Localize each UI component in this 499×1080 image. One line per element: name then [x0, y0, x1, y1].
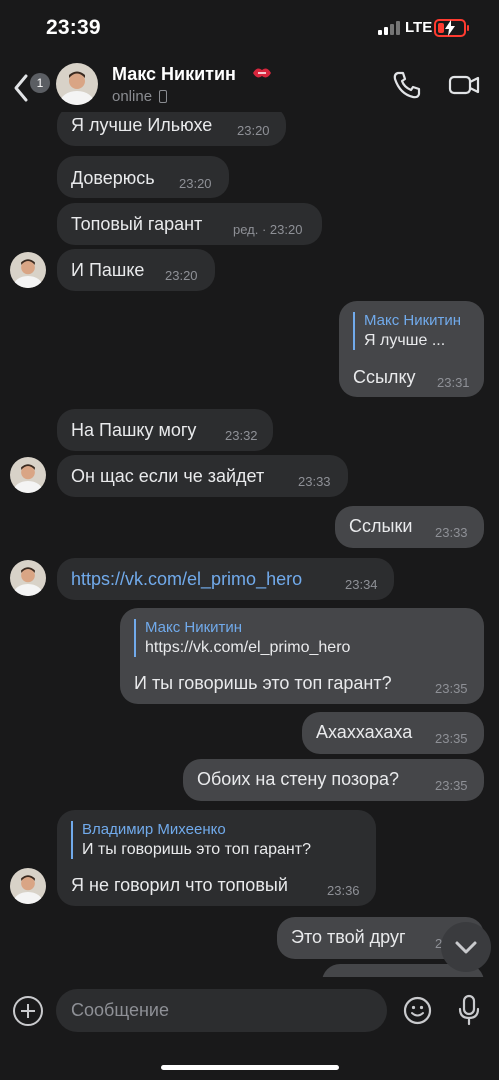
- sender-avatar[interactable]: [10, 868, 46, 904]
- message-time: 23:34: [345, 577, 378, 592]
- status-bar: 23:39 LTE: [0, 0, 499, 56]
- message-composer: [0, 977, 499, 1080]
- reply-author: Макс Никитин: [145, 619, 243, 636]
- reply-text: И ты говоришь это топ гарант?: [82, 841, 311, 858]
- message-bubble[interactable]: На Пашку могу 23:32: [57, 409, 273, 451]
- reply-text: Я лучше ...: [364, 332, 446, 349]
- message-list[interactable]: Я лучше Ильюхе 23:20 Доверюсь 23:20 Топо…: [0, 112, 499, 977]
- battery-icon: [434, 19, 469, 37]
- message-text: И Пашке: [71, 260, 145, 280]
- reply-author: Макс Никитин: [364, 312, 462, 329]
- home-indicator[interactable]: [161, 1065, 339, 1070]
- message-input[interactable]: [56, 989, 387, 1032]
- reply-text: https://vk.com/el_primo_hero: [145, 639, 351, 656]
- microphone-icon[interactable]: [457, 994, 481, 1026]
- message-time: 23:32: [225, 428, 258, 443]
- signal-icon: [378, 21, 402, 35]
- message-time: 23:35: [435, 681, 468, 696]
- message-bubble[interactable]: Топовый гарант ред. · 23:20: [57, 203, 322, 245]
- message-text: Топовый гарант: [71, 214, 203, 234]
- message-link[interactable]: https://vk.com/el_primo_hero: [71, 569, 302, 590]
- scroll-to-bottom-button[interactable]: [441, 922, 491, 972]
- reply-author: Владимир Михеенко: [82, 821, 226, 838]
- message-bubble-outgoing[interactable]: Сслыки 23:33: [335, 506, 484, 548]
- message-bubble-outgoing[interactable]: Обоих на стену позора? 23:35: [183, 759, 484, 801]
- message-text: Ахаххахаха: [316, 722, 413, 742]
- video-call-icon[interactable]: [448, 70, 480, 100]
- chat-header: 1 Макс Никитин online: [0, 56, 499, 112]
- message-bubble[interactable]: https://vk.com/el_primo_hero 23:34: [57, 558, 394, 600]
- message-text: Это твой друг: [291, 927, 406, 947]
- reply-quote[interactable]: Владимир Михеенко И ты говоришь это топ …: [71, 821, 311, 859]
- message-time: 23:31: [437, 375, 470, 390]
- message-text: И ты говоришь это топ гарант?: [134, 673, 392, 693]
- message-bubble-outgoing[interactable]: Макс Никитин https://vk.com/el_primo_her…: [120, 608, 484, 704]
- message-time: ред. · 23:20: [233, 222, 303, 237]
- message-time: 23:20: [179, 176, 212, 191]
- contact-status: online: [112, 88, 153, 105]
- message-text: Доверюсь: [71, 168, 155, 188]
- carrier-label: LTE: [405, 19, 433, 36]
- message-bubble[interactable]: И Пашке 23:20: [57, 249, 215, 291]
- message-text: Я лучше Ильюхе: [71, 115, 213, 135]
- reply-quote[interactable]: Макс Никитин https://vk.com/el_primo_her…: [134, 619, 350, 657]
- sender-avatar[interactable]: [10, 560, 46, 596]
- message-text: На Пашку могу: [71, 420, 197, 440]
- reply-quote[interactable]: Макс Никитин Я лучше ...: [353, 312, 461, 350]
- attach-plus-icon[interactable]: [13, 996, 43, 1026]
- status-time: 23:39: [46, 16, 101, 39]
- message-time: 23:20: [237, 123, 270, 138]
- message-bubble[interactable]: Владимир Михеенко И ты говоришь это топ …: [57, 810, 376, 906]
- back-button[interactable]: 1: [8, 64, 50, 104]
- message-text: Обоих на стену позора?: [197, 769, 399, 789]
- message-text: Я не говорил что топовый: [71, 875, 288, 895]
- spartak-badge-icon: [253, 68, 271, 78]
- message-bubble[interactable]: Доверюсь 23:20: [57, 156, 229, 198]
- chevron-down-icon: [455, 941, 477, 954]
- message-bubble-outgoing[interactable]: Ахаххахаха 23:35: [302, 712, 484, 754]
- contact-avatar[interactable]: [56, 63, 98, 105]
- message-bubble[interactable]: Я лучше Ильюхе 23:20: [57, 112, 286, 146]
- message-time: 23:33: [435, 525, 468, 540]
- message-bubble[interactable]: Он щас если че зайдет 23:33: [57, 455, 348, 497]
- message-bubble-outgoing[interactable]: Макс Никитин Я лучше ... Ссылку 23:31: [339, 301, 484, 397]
- mobile-device-icon: [159, 90, 167, 103]
- message-time: 23:33: [298, 474, 331, 489]
- emoji-icon[interactable]: [403, 996, 432, 1025]
- message-text: Сслыки: [349, 516, 413, 536]
- message-text: Ссылку: [353, 367, 416, 387]
- message-time: 23:35: [435, 731, 468, 746]
- message-time: 23:20: [165, 268, 198, 283]
- phone-icon[interactable]: [392, 70, 422, 100]
- message-text: Он щас если че зайдет: [71, 466, 265, 486]
- sender-avatar[interactable]: [10, 252, 46, 288]
- message-time: 23:35: [435, 778, 468, 793]
- sender-avatar[interactable]: [10, 457, 46, 493]
- unread-badge: 1: [30, 73, 50, 93]
- message-time: 23:36: [327, 883, 360, 898]
- contact-name[interactable]: Макс Никитин: [112, 64, 236, 85]
